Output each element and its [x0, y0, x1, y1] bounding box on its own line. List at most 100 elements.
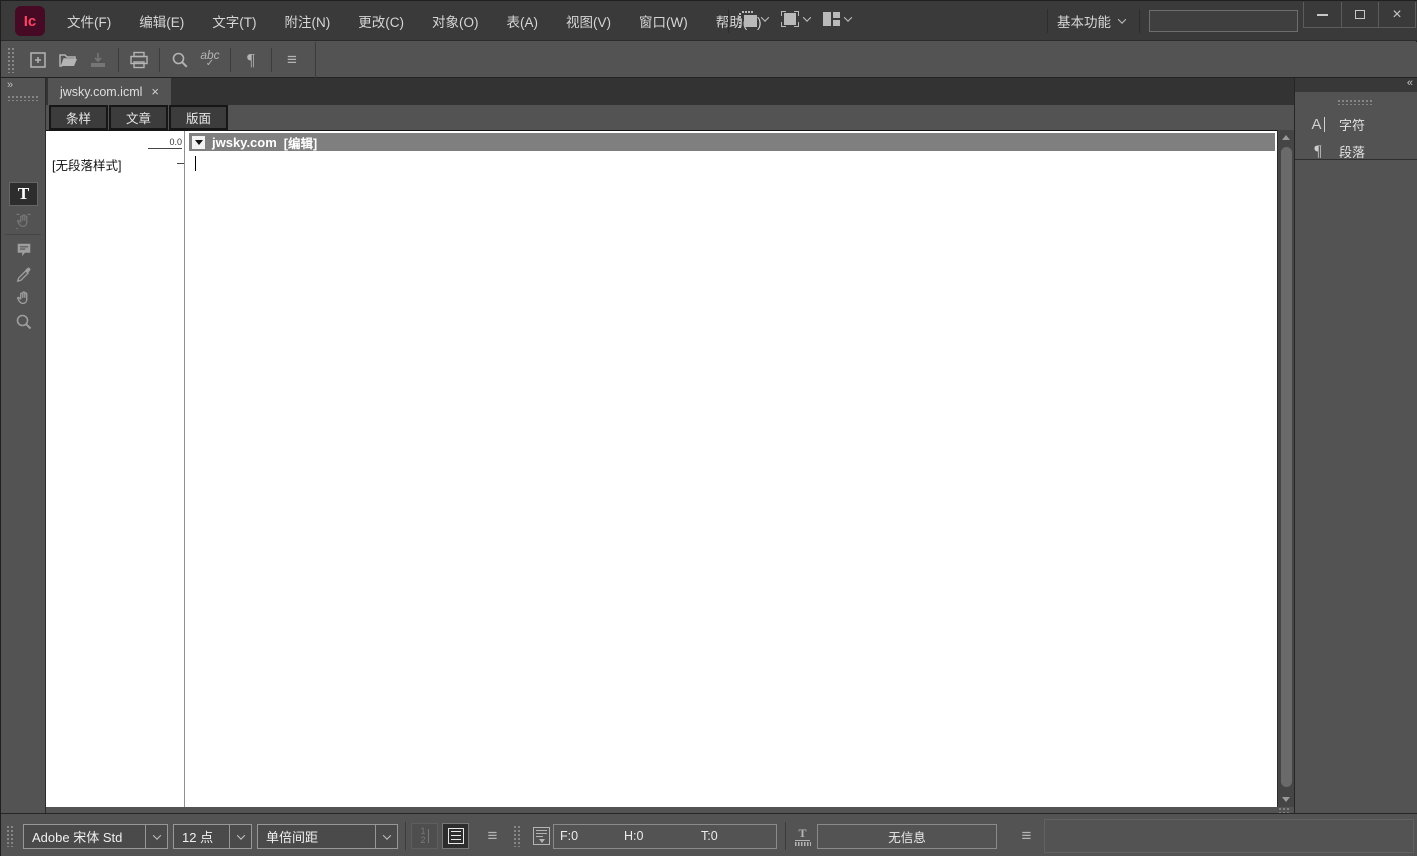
collapse-panels-icon[interactable]: « [1407, 77, 1412, 89]
magnifier-icon [15, 313, 33, 331]
status-message-area [1044, 819, 1414, 853]
menu-view[interactable]: 视图(V) [552, 1, 625, 41]
separator [785, 822, 786, 850]
panel-item-paragraph[interactable]: ¶ 段落 [1295, 138, 1417, 165]
info-status-text: 无信息 [888, 827, 926, 846]
copyfit-icon [533, 827, 550, 845]
collapse-story-button[interactable] [192, 136, 205, 149]
scrollbar-thumb[interactable] [1281, 147, 1292, 787]
open-button[interactable] [53, 46, 83, 74]
separator [271, 48, 272, 72]
minimize-button[interactable] [1304, 2, 1341, 27]
vertical-scrollbar[interactable] [1277, 130, 1294, 807]
menu-window[interactable]: 窗口(W) [625, 1, 702, 41]
separator [1047, 9, 1048, 33]
statusbar-menu-button[interactable]: ≡ [479, 823, 506, 849]
window-controls: × [1303, 2, 1416, 28]
show-hidden-characters-button[interactable]: ¶ [236, 46, 266, 74]
story-text-area[interactable]: jwsky.com [编辑] [186, 131, 1277, 808]
appbar-tools [736, 9, 854, 29]
chevron-down-icon [375, 825, 397, 848]
find-button[interactable] [165, 46, 195, 74]
document-tab-bar: jwsky.com.icml × [46, 78, 1294, 105]
depth-ruler-icon: T [795, 827, 811, 846]
screen-mode-dropdown[interactable] [778, 9, 813, 29]
statusbar-grip[interactable] [513, 825, 521, 847]
menu-changes[interactable]: 更改(C) [344, 1, 418, 41]
eyedropper-tool[interactable] [9, 262, 38, 286]
view-options-icon [739, 11, 757, 27]
story-title: jwsky.com [212, 135, 277, 150]
tools-panel-grip[interactable] [7, 95, 39, 101]
info-menu-button[interactable]: ≡ [1013, 823, 1040, 849]
toolbar-grip[interactable] [7, 47, 15, 73]
maximize-icon [1355, 10, 1365, 19]
menu-icon: ≡ [287, 50, 297, 70]
tab-story[interactable]: 文章 [109, 105, 168, 130]
menu-type[interactable]: 文字(T) [198, 1, 270, 41]
menu-notes[interactable]: 附注(N) [271, 1, 345, 41]
arrange-documents-dropdown[interactable] [820, 10, 854, 28]
menu-icon: ≡ [488, 826, 498, 846]
scroll-down-icon[interactable] [1282, 797, 1290, 802]
view-options-dropdown[interactable] [736, 9, 771, 29]
menu-file[interactable]: 文件(F) [53, 1, 125, 41]
dock-header: « [1295, 78, 1417, 92]
title-bar: Ic 文件(F) 编辑(E) 文字(T) 附注(N) 更改(C) 对象(O) 表… [1, 1, 1417, 41]
statusbar-grip[interactable] [6, 825, 14, 847]
eyedropper-icon [15, 265, 33, 283]
document-tab[interactable]: jwsky.com.icml × [48, 78, 171, 105]
save-button[interactable] [83, 46, 113, 74]
menu-object[interactable]: 对象(O) [418, 1, 493, 41]
panel-dock: « A 字符 ¶ 段落 [1294, 78, 1417, 813]
triangle-down-icon [195, 140, 203, 145]
separator [159, 48, 160, 72]
font-size-select[interactable]: 12 点 [173, 824, 252, 849]
separator [315, 42, 316, 78]
position-tool-icon [14, 212, 33, 231]
story-header-bar: jwsky.com [编辑] [189, 133, 1275, 151]
document-tab-title: jwsky.com.icml [60, 85, 142, 99]
maximize-button[interactable] [1341, 2, 1378, 27]
menu-edit[interactable]: 编辑(E) [125, 1, 198, 41]
info-column-toggle[interactable] [442, 823, 469, 849]
toolbar-menu-button[interactable]: ≡ [277, 46, 307, 74]
separator [405, 822, 406, 850]
spellcheck-button[interactable]: abc ✓ [195, 46, 225, 74]
depth-ruler-button[interactable]: T [789, 823, 816, 849]
copyfit-progress-button[interactable] [528, 823, 555, 849]
info-column: 0.0 [无段落样式] [46, 131, 185, 808]
new-document-button[interactable] [23, 46, 53, 74]
position-tool[interactable] [9, 209, 38, 233]
separator [728, 9, 729, 33]
view-tabs: 条样 文章 版面 [46, 105, 1294, 130]
menu-table[interactable]: 表(A) [493, 1, 553, 41]
note-tool[interactable] [9, 238, 38, 262]
font-family-select[interactable]: Adobe 宋体 Std [23, 824, 168, 849]
character-panel-icon: A [1308, 117, 1328, 132]
separator [1139, 9, 1140, 33]
screen-mode-icon [781, 11, 799, 27]
close-button[interactable]: × [1378, 2, 1415, 27]
hand-tool[interactable] [9, 286, 38, 310]
search-input[interactable] [1149, 10, 1298, 32]
dock-grip[interactable] [1337, 99, 1373, 105]
search-icon [171, 51, 189, 69]
print-button[interactable] [124, 46, 154, 74]
leading-select[interactable]: 单倍间距 [257, 824, 398, 849]
copyfit-footage: F:0 [560, 829, 578, 843]
panel-item-character[interactable]: A 字符 [1295, 111, 1417, 138]
toolbar: abc ✓ ¶ ≡ [1, 42, 1417, 78]
zoom-tool[interactable] [9, 310, 38, 334]
minimize-icon [1317, 14, 1328, 16]
tab-galley[interactable]: 条样 [49, 105, 108, 130]
workspace-switcher[interactable]: 基本功能 [1057, 1, 1125, 41]
tools-panel: » T [1, 78, 46, 813]
expand-panel-icon[interactable]: » [7, 79, 12, 91]
line-numbers-toggle[interactable]: 12 [411, 823, 438, 849]
scroll-up-icon[interactable] [1282, 135, 1290, 140]
chevron-down-icon [761, 13, 769, 21]
type-tool[interactable]: T [9, 182, 38, 206]
tab-layout[interactable]: 版面 [169, 105, 228, 130]
tab-close-icon[interactable]: × [151, 84, 159, 99]
